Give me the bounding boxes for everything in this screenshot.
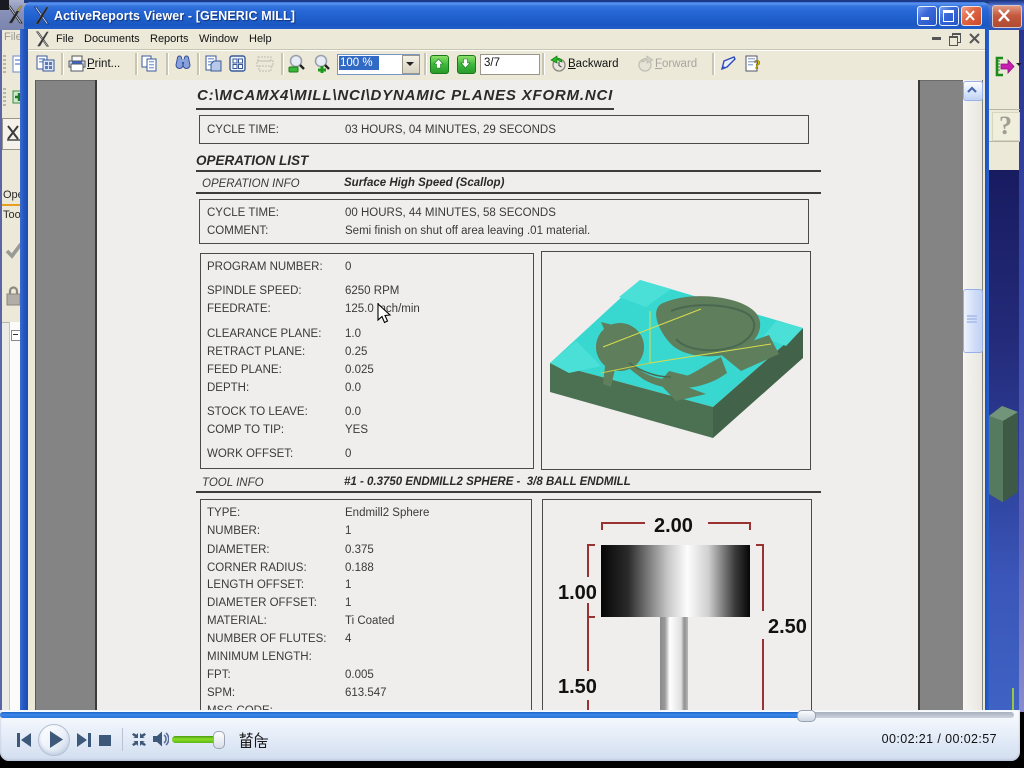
svg-text:2.50: 2.50: [768, 616, 807, 638]
svg-text:1.50: 1.50: [558, 676, 597, 698]
svg-text:?: ?: [754, 57, 761, 72]
svg-text:2.00: 2.00: [654, 515, 693, 537]
svg-text:1.00: 1.00: [558, 582, 597, 604]
